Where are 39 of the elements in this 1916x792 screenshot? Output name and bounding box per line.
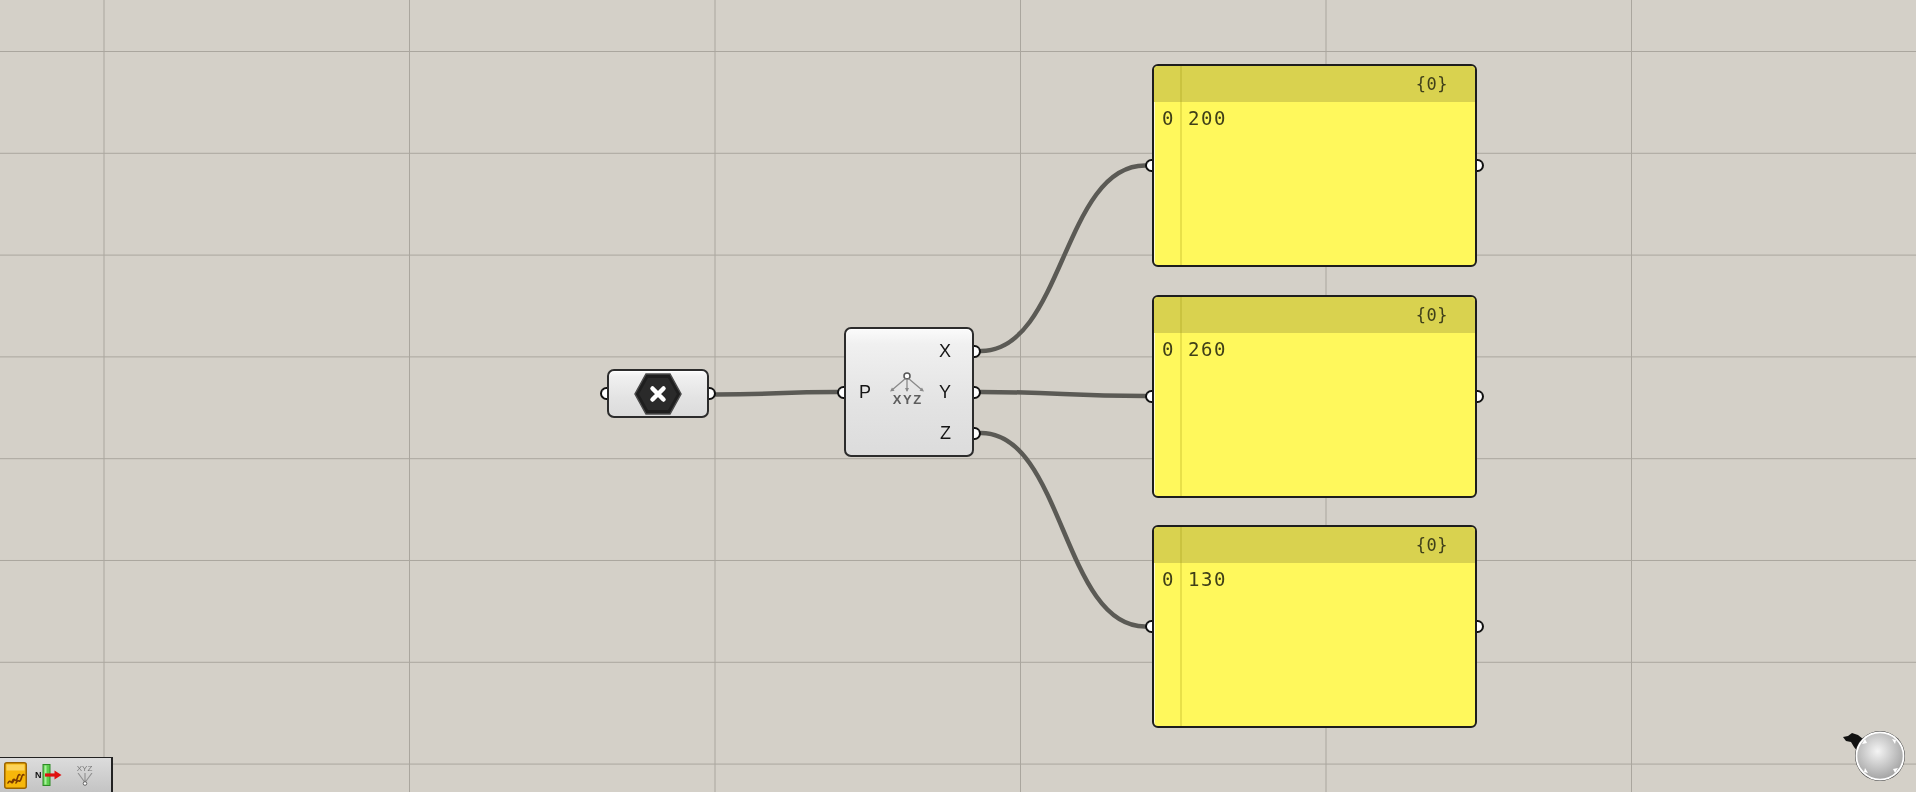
panel[interactable]: {0} 0 200: [1152, 64, 1477, 267]
output-port[interactable]: [974, 344, 981, 358]
item-value: 130: [1187, 568, 1228, 590]
output-label: Z: [940, 422, 951, 444]
item-index: 0: [1162, 337, 1176, 360]
path-label: {0}: [1415, 304, 1448, 325]
toolbar-button[interactable]: N: [35, 764, 62, 786]
output-port[interactable]: [974, 385, 981, 399]
panel[interactable]: {0} 0 130: [1152, 525, 1477, 728]
tree-icon: [75, 772, 94, 786]
input-port[interactable]: [1145, 389, 1152, 403]
output-port[interactable]: [1477, 620, 1484, 633]
item-index: 0: [1162, 568, 1176, 590]
output-label: X: [939, 340, 951, 362]
toolbar-button[interactable]: [4, 761, 27, 789]
output-port[interactable]: [1477, 159, 1484, 172]
wavy-lines-icon: [4, 761, 27, 789]
output-label: Y: [939, 381, 951, 403]
bar-arrow-icon: [41, 764, 62, 786]
path-label: {0}: [1415, 535, 1448, 555]
point-parameter-node[interactable]: [607, 369, 709, 418]
output-port[interactable]: [1477, 389, 1484, 403]
item-value: 200: [1187, 107, 1228, 129]
item-value: 260: [1187, 337, 1228, 360]
deconstruct-point-node[interactable]: P XYZ X Y Z: [844, 327, 974, 457]
icon-label: XYZ: [891, 393, 923, 406]
input-port[interactable]: [600, 387, 607, 400]
output-port[interactable]: [974, 426, 981, 440]
item-index: 0: [1162, 107, 1176, 129]
panel[interactable]: {0} 0 260: [1152, 294, 1477, 498]
input-port[interactable]: [837, 385, 844, 399]
input-port[interactable]: [1145, 620, 1152, 633]
output-port[interactable]: [709, 387, 716, 400]
input-port[interactable]: [1145, 159, 1152, 172]
hexagon-cross-icon: [634, 372, 682, 415]
tree-icon: [889, 372, 925, 392]
navigation-wheel[interactable]: [1854, 730, 1906, 782]
path-label: {0}: [1415, 74, 1448, 94]
input-label: P: [859, 381, 871, 403]
